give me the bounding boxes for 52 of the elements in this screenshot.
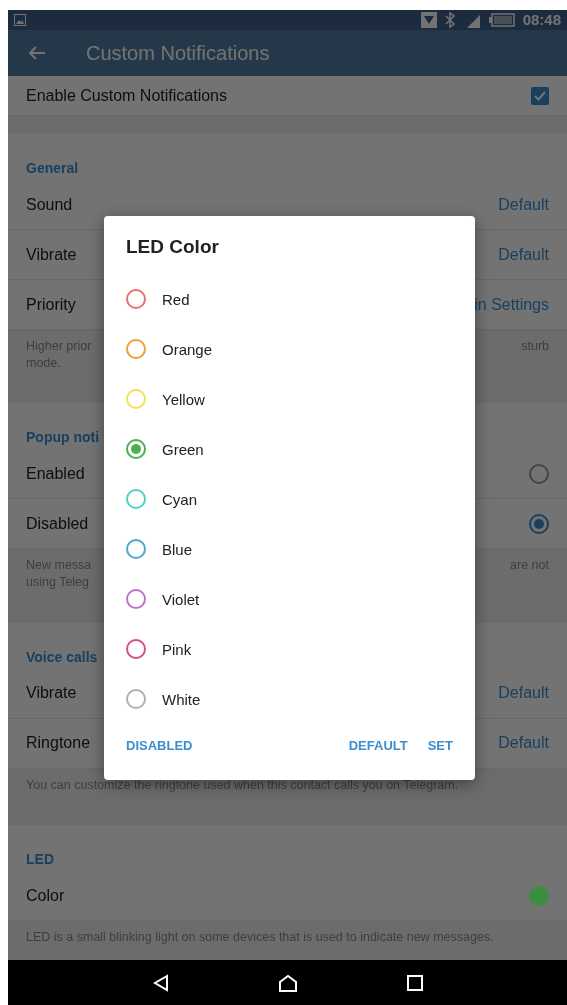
setting-value: Default xyxy=(498,734,549,753)
option-label: Cyan xyxy=(162,490,198,508)
setting-label: Vibrate xyxy=(26,245,77,264)
setting-label: Enable Custom Notifications xyxy=(26,86,227,105)
home-icon[interactable] xyxy=(277,973,298,992)
radio-button[interactable] xyxy=(529,463,549,484)
setting-label: Color xyxy=(26,886,65,905)
setting-value: Default xyxy=(498,684,549,703)
setting-label: Priority xyxy=(26,295,76,314)
back-icon[interactable] xyxy=(152,973,169,992)
dialog-title: LED Color xyxy=(125,236,220,259)
setting-value: Default xyxy=(498,195,549,214)
color-option[interactable]: White xyxy=(104,674,475,724)
screen-title: Custom Notifications xyxy=(86,41,270,65)
status-time: 08:48 xyxy=(522,11,561,29)
option-label: White xyxy=(162,690,201,708)
radio-button[interactable] xyxy=(126,439,146,459)
setting-label: Disabled xyxy=(26,514,89,533)
setting-value: Default xyxy=(498,245,549,264)
radio-button[interactable] xyxy=(126,489,146,509)
radio-button[interactable] xyxy=(126,639,146,659)
radio-button[interactable] xyxy=(529,513,549,534)
option-label: Pink xyxy=(162,640,192,658)
option-label: Orange xyxy=(162,340,213,358)
setting-value: in Settings xyxy=(474,295,549,314)
radio-button[interactable] xyxy=(126,589,146,609)
radio-button[interactable] xyxy=(126,689,146,709)
option-label: Red xyxy=(162,290,190,308)
setting-label: Ringtone xyxy=(26,734,91,753)
color-option[interactable]: Red xyxy=(104,274,475,324)
radio-button[interactable] xyxy=(126,289,146,309)
checkbox[interactable] xyxy=(531,86,549,105)
setting-label: Enabled xyxy=(26,464,85,483)
bluetooth-icon xyxy=(444,12,455,28)
color-option[interactable]: Blue xyxy=(104,524,475,574)
dialog-button[interactable]: SET xyxy=(423,732,457,759)
recents-icon[interactable] xyxy=(406,974,423,991)
option-label: Blue xyxy=(162,540,193,558)
radio-button[interactable] xyxy=(126,539,146,559)
color-option[interactable]: Orange xyxy=(104,324,475,374)
setting-label: Sound xyxy=(26,195,73,214)
back-arrow-icon[interactable] xyxy=(28,45,46,62)
image-icon xyxy=(14,14,26,26)
setting-row[interactable]: Enable Custom Notifications xyxy=(8,76,567,117)
battery-icon xyxy=(488,13,515,27)
setting-label: Vibrate xyxy=(26,684,77,703)
dialog-button[interactable]: DISABLED xyxy=(122,732,197,759)
dialog-button[interactable]: DEFAULT xyxy=(344,732,412,759)
option-label: Violet xyxy=(162,590,200,608)
color-option[interactable]: Violet xyxy=(104,574,475,624)
color-option[interactable]: Cyan xyxy=(104,474,475,524)
radio-button[interactable] xyxy=(126,339,146,359)
